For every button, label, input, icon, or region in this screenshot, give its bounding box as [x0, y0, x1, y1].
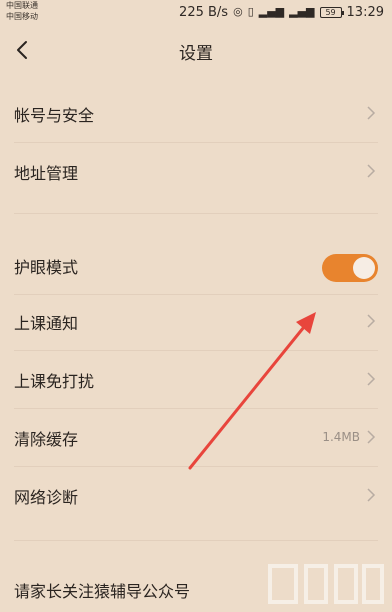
divider	[14, 408, 378, 409]
settings-item-class-notice[interactable]: 上课通知	[0, 298, 392, 344]
settings-item-network[interactable]: 网络诊断	[0, 472, 392, 518]
settings-item-eye-mode: 护眼模式	[0, 242, 392, 288]
settings-item-account[interactable]: 帐号与安全	[0, 90, 392, 136]
settings-item-label: 上课通知	[14, 314, 79, 333]
network-speed: 225 B/s	[179, 4, 229, 20]
header: 设置	[0, 26, 392, 76]
page-title: 设置	[179, 44, 213, 64]
status-right: 225 B/s ◎ ▯ ▂▄▆ ▂▄▆ 59 13:29	[179, 4, 384, 20]
settings-item-label: 地址管理	[14, 164, 79, 183]
eye-mode-toggle[interactable]	[322, 254, 378, 282]
divider	[14, 142, 378, 143]
settings-item-label: 请家长关注猿辅导公众号	[14, 582, 191, 601]
vibrate-icon: ▯	[247, 5, 254, 18]
chevron-right-icon	[367, 488, 376, 502]
section-divider	[14, 213, 378, 214]
status-bar: 中国联通 中国移动 225 B/s ◎ ▯ ▂▄▆ ▂▄▆ 59 13:29	[0, 0, 392, 26]
settings-item-clear-cache[interactable]: 清除缓存 1.4MB	[0, 414, 392, 460]
settings-item-address[interactable]: 地址管理	[0, 148, 392, 194]
signal-icon-2: ▂▄▆	[289, 5, 315, 18]
divider	[14, 350, 378, 351]
settings-item-label: 护眼模式	[14, 258, 79, 277]
settings-item-label: 上课免打扰	[14, 372, 95, 391]
clock: 13:29	[346, 4, 384, 20]
settings-item-label: 帐号与安全	[14, 106, 95, 125]
divider	[14, 294, 378, 295]
cache-size: 1.4MB	[322, 430, 360, 444]
chevron-right-icon	[367, 106, 376, 120]
chevron-right-icon	[367, 164, 376, 178]
carrier-2: 中国移动	[6, 12, 38, 21]
chevron-right-icon	[367, 372, 376, 386]
carrier-1: 中国联通	[6, 1, 38, 10]
divider	[14, 466, 378, 467]
signal-icon-1: ▂▄▆	[258, 5, 285, 18]
hotspot-icon: ◎	[233, 5, 243, 18]
toggle-knob	[353, 257, 375, 279]
section-divider	[14, 540, 378, 541]
settings-item-label: 网络诊断	[14, 488, 79, 507]
battery-icon: 59	[319, 6, 344, 18]
watermark-logo	[268, 564, 384, 604]
settings-item-class-dnd[interactable]: 上课免打扰	[0, 356, 392, 402]
chevron-right-icon	[367, 430, 376, 444]
chevron-right-icon	[367, 314, 376, 328]
settings-item-label: 清除缓存	[14, 430, 79, 449]
